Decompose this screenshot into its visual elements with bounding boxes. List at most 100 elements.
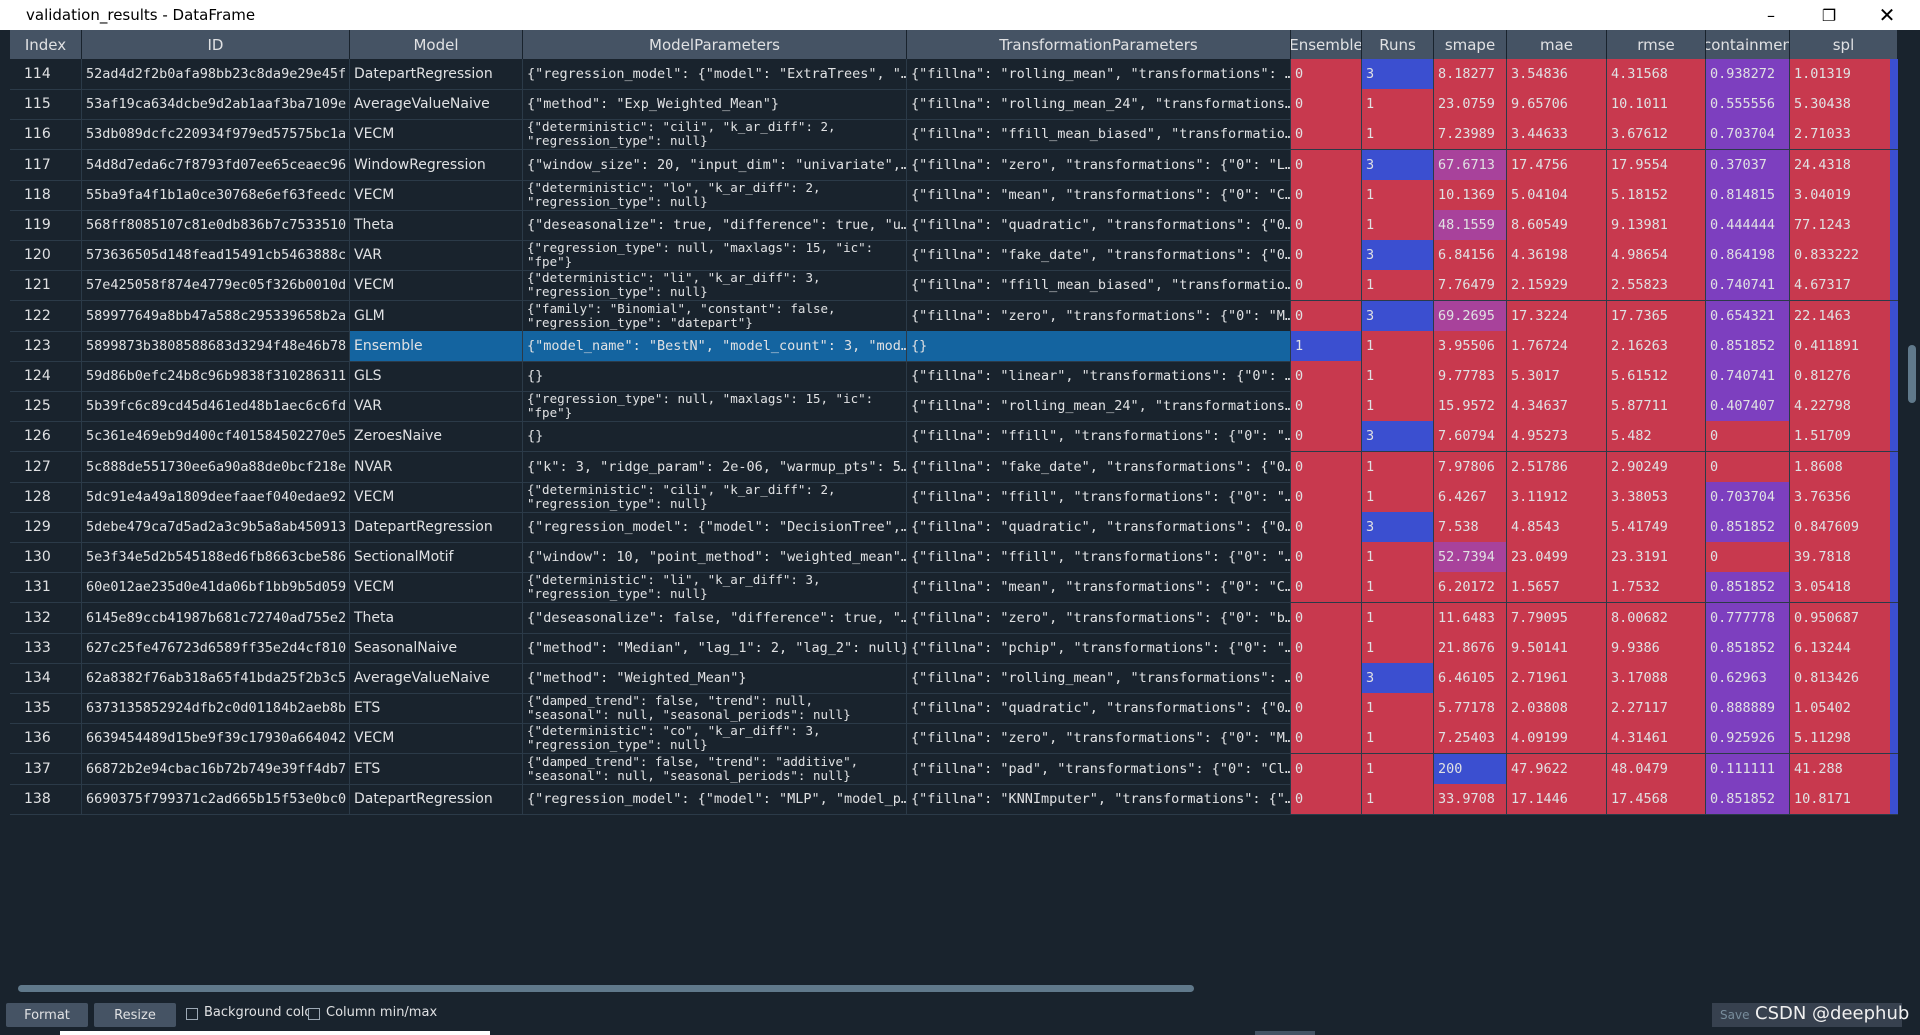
cell-id[interactable]: 5c361e469eb9d400cf401584502270e5 — [82, 421, 350, 453]
cell-smape[interactable]: 7.76479 — [1434, 270, 1507, 302]
column-minmax-checkbox[interactable] — [308, 1008, 320, 1020]
cell-containment[interactable]: 0.814815 — [1706, 179, 1790, 211]
cell-model-parameters[interactable]: {"method": "Weighted_Mean"} — [523, 663, 907, 694]
cell-spl[interactable]: 39.7818 — [1790, 542, 1898, 574]
table-row[interactable]: 127 5c888de551730ee6a90a88de0bcf218e NVAR{… — [0, 451, 1920, 483]
cell-smape[interactable]: 7.60794 — [1434, 421, 1507, 453]
cell-spl[interactable]: 3.76356 — [1790, 481, 1898, 513]
cell-id[interactable]: 627c25fe476723d6589ff35e2d4cf810 — [82, 632, 350, 664]
vertical-scroll-thumb[interactable] — [1908, 345, 1916, 403]
cell-ensemble[interactable]: 0 — [1291, 783, 1362, 815]
table-row[interactable]: 120 573636505d148fead15491cb5463888c VAR {"… — [0, 240, 1920, 272]
cell-model-parameters[interactable]: {"deterministic": "cili", "k_ar_diff": 2… — [523, 481, 907, 513]
cell-transformation-parameters[interactable]: {"fillna": "fake_date", "transformations… — [907, 240, 1291, 272]
cell-model[interactable]: AverageValueNaive — [350, 89, 523, 121]
cell-index[interactable]: 130 — [10, 542, 82, 574]
cell-model[interactable]: GLM — [350, 300, 523, 332]
cell-index[interactable]: 115 — [10, 89, 82, 121]
cell-model[interactable]: Theta — [350, 602, 523, 634]
cell-mae[interactable]: 2.15929 — [1507, 270, 1607, 302]
cell-id[interactable]: 55ba9fa4f1b1a0ce30768e6ef63feedc — [82, 179, 350, 211]
cell-mae[interactable]: 1.76724 — [1507, 330, 1607, 362]
cell-spl[interactable]: 24.4318 — [1790, 149, 1898, 181]
cell-id[interactable]: 6373135852924dfb2c0d01184b2aeb8b — [82, 693, 350, 725]
cell-transformation-parameters[interactable]: {"fillna": "KNNImputer", "transformation… — [907, 783, 1291, 815]
cell-rmse[interactable]: 5.61512 — [1607, 361, 1706, 392]
cell-spl[interactable]: 5.11298 — [1790, 723, 1898, 755]
cell-rmse[interactable]: 5.41749 — [1607, 512, 1706, 543]
cell-smape[interactable]: 6.46105 — [1434, 663, 1507, 694]
cell-runs[interactable]: 3 — [1362, 59, 1434, 90]
cell-rmse[interactable]: 4.31568 — [1607, 59, 1706, 90]
cell-index[interactable]: 132 — [10, 602, 82, 634]
cell-index[interactable]: 120 — [10, 240, 82, 272]
cell-model[interactable]: ETS — [350, 693, 523, 725]
cell-transformation-parameters[interactable]: {"fillna": "ffill", "transformations": {… — [907, 421, 1291, 453]
cell-id[interactable]: 589977649a8bb47a588c295339658b2a — [82, 300, 350, 332]
table-row[interactable]: 115 53af19ca634dcbe9d2ab1aaf3ba7109e Avera… — [0, 89, 1920, 121]
cell-ensemble[interactable]: 0 — [1291, 149, 1362, 181]
cell-smape[interactable]: 23.0759 — [1434, 89, 1507, 121]
cell-transformation-parameters[interactable]: {"fillna": "quadratic", "transformations… — [907, 512, 1291, 543]
cell-rmse[interactable]: 5.87711 — [1607, 391, 1706, 423]
cell-mae[interactable]: 3.11912 — [1507, 481, 1607, 513]
cell-rmse[interactable]: 17.9554 — [1607, 149, 1706, 181]
cell-runs[interactable]: 3 — [1362, 512, 1434, 543]
cell-id[interactable]: 66872b2e94cbac16b72b749e39ff4db7 — [82, 753, 350, 785]
cell-spl[interactable]: 2.71033 — [1790, 119, 1898, 151]
cell-ensemble[interactable]: 0 — [1291, 481, 1362, 513]
cell-mae[interactable]: 4.09199 — [1507, 723, 1607, 755]
cell-index[interactable]: 136 — [10, 723, 82, 755]
cell-spl[interactable]: 0.950687 — [1790, 602, 1898, 634]
cell-runs[interactable]: 1 — [1362, 572, 1434, 604]
table-row[interactable]: 128 5dc91e4a49a1809deefaaef040edae92 VECM{… — [0, 481, 1920, 513]
column-header-transformation-parameters[interactable]: TransformationParameters — [907, 30, 1291, 59]
cell-index[interactable]: 114 — [10, 59, 82, 90]
cell-spl[interactable]: 3.05418 — [1790, 572, 1898, 604]
cell-containment[interactable]: 0.888889 — [1706, 693, 1790, 725]
cell-containment[interactable]: 0.851852 — [1706, 572, 1790, 604]
cell-index[interactable]: 138 — [10, 783, 82, 815]
cell-smape[interactable]: 33.9708 — [1434, 783, 1507, 815]
cell-containment[interactable]: 0.851852 — [1706, 330, 1790, 362]
column-header-id[interactable]: ID — [82, 30, 350, 59]
cell-id[interactable]: 53af19ca634dcbe9d2ab1aaf3ba7109e — [82, 89, 350, 121]
cell-id[interactable]: 5dc91e4a49a1809deefaaef040edae92 — [82, 481, 350, 513]
cell-smape[interactable]: 7.23989 — [1434, 119, 1507, 151]
cell-index[interactable]: 127 — [10, 451, 82, 483]
cell-spl[interactable]: 0.81276 — [1790, 361, 1898, 392]
cell-runs[interactable]: 1 — [1362, 451, 1434, 483]
cell-rmse[interactable]: 5.482 — [1607, 421, 1706, 453]
cell-transformation-parameters[interactable]: {"fillna": "rolling_mean", "transformati… — [907, 663, 1291, 694]
cell-model-parameters[interactable]: {"k": 3, "ridge_param": 2e-06, "warmup_p… — [523, 451, 907, 483]
cell-transformation-parameters[interactable]: {"fillna": "zero", "transformations": {"… — [907, 602, 1291, 634]
cell-mae[interactable]: 9.50141 — [1507, 632, 1607, 664]
cell-ensemble[interactable]: 0 — [1291, 451, 1362, 483]
cell-containment[interactable]: 0.740741 — [1706, 361, 1790, 392]
cell-runs[interactable]: 3 — [1362, 149, 1434, 181]
cell-smape[interactable]: 48.1559 — [1434, 210, 1507, 241]
column-header-mae[interactable]: mae — [1507, 30, 1607, 59]
cell-ensemble[interactable]: 0 — [1291, 421, 1362, 453]
cell-containment[interactable]: 0.740741 — [1706, 270, 1790, 302]
cell-ensemble[interactable]: 0 — [1291, 119, 1362, 151]
column-header-ensemble[interactable]: Ensemble — [1291, 30, 1362, 59]
cell-runs[interactable]: 3 — [1362, 663, 1434, 694]
cell-id[interactable]: 52ad4d2f2b0afa98bb23c8da9e29e45f — [82, 59, 350, 90]
cell-containment[interactable]: 0.851852 — [1706, 783, 1790, 815]
cell-transformation-parameters[interactable]: {"fillna": "mean", "transformations": {"… — [907, 572, 1291, 604]
cell-rmse[interactable]: 10.1011 — [1607, 89, 1706, 121]
cell-runs[interactable]: 1 — [1362, 753, 1434, 785]
cell-mae[interactable]: 2.51786 — [1507, 451, 1607, 483]
cell-mae[interactable]: 17.4756 — [1507, 149, 1607, 181]
cell-smape[interactable]: 6.4267 — [1434, 481, 1507, 513]
cell-id[interactable]: 6639454489d15be9f39c17930a664042 — [82, 723, 350, 755]
cell-index[interactable]: 123 — [10, 330, 82, 362]
table-row[interactable]: 122 589977649a8bb47a588c295339658b2a GLM {"… — [0, 300, 1920, 332]
cell-id[interactable]: 60e012ae235d0e41da06bf1bb9b5d059 — [82, 572, 350, 604]
cell-rmse[interactable]: 3.38053 — [1607, 481, 1706, 513]
cell-ensemble[interactable]: 0 — [1291, 632, 1362, 664]
cell-model-parameters[interactable]: {"deseasonalize": false, "difference": t… — [523, 602, 907, 634]
cell-rmse[interactable]: 4.98654 — [1607, 240, 1706, 272]
cell-ensemble[interactable]: 0 — [1291, 572, 1362, 604]
